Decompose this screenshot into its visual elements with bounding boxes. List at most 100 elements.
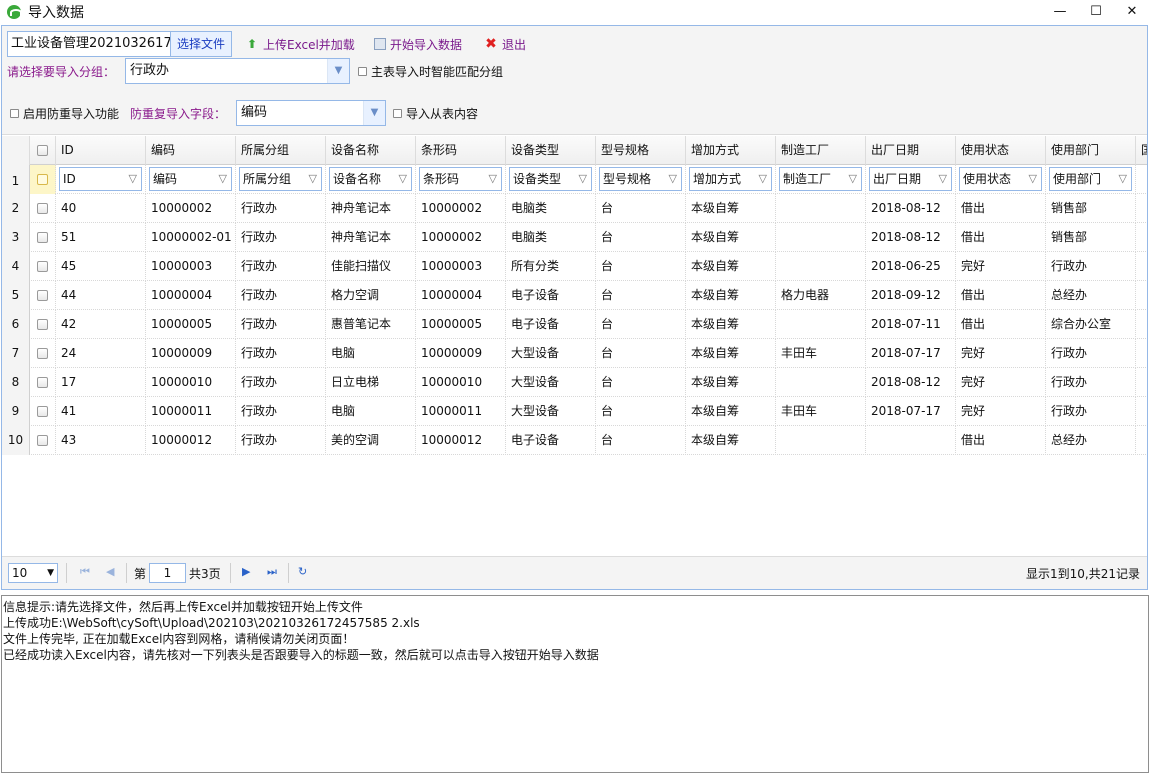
row-checkbox[interactable]: [30, 165, 56, 194]
row-checkbox[interactable]: [30, 368, 56, 397]
chevron-down-icon[interactable]: ▼: [363, 101, 385, 125]
chevron-down-icon[interactable]: ▼: [47, 564, 54, 582]
filter-icon[interactable]: ▽: [1029, 168, 1037, 190]
table-row[interactable]: 9 41 10000011 行政办 电脑 10000011 大型设备台本级自筹 丰田车 2018…: [2, 397, 1147, 426]
message-log[interactable]: 信息提示:请先选择文件，然后再上传Excel并加载按钮开始上传文件 上传成功E:…: [1, 595, 1149, 773]
row-checkbox[interactable]: [30, 223, 56, 252]
filter-icon[interactable]: ▽: [129, 168, 137, 190]
row-number-header: [2, 136, 30, 165]
table-cell: 行政办: [236, 339, 326, 368]
row-checkbox[interactable]: [30, 426, 56, 455]
table-cell: 台: [596, 368, 686, 397]
close-button[interactable]: ✕: [1114, 0, 1150, 24]
filter-input[interactable]: 编码 ▽: [149, 167, 232, 191]
table-row[interactable]: 10 43 10000012 行政办 美的空调 10000012 电子设备台本级自筹 借出 总经…: [2, 426, 1147, 455]
filter-icon[interactable]: ▽: [849, 168, 857, 190]
column-header[interactable]: 设备类型: [506, 136, 596, 165]
upload-excel-button[interactable]: ⬆ 上传Excel并加载: [245, 35, 355, 53]
grid-header: ID 编码 所属分组 设备名称 条形码 设备类型 型号规格 增加方式 制造工厂 …: [2, 136, 1147, 165]
filter-input[interactable]: 型号规格 ▽: [599, 167, 682, 191]
maximize-button[interactable]: ☐: [1078, 0, 1114, 24]
table-row[interactable]: 6 42 10000005 行政办 惠普笔记本 10000005 电子设备台本级自筹 2018…: [2, 310, 1147, 339]
filter-input[interactable]: 设备名称 ▽: [329, 167, 412, 191]
column-header[interactable]: 条形码: [416, 136, 506, 165]
column-header[interactable]: 增加方式: [686, 136, 776, 165]
filter-icon[interactable]: ▽: [489, 168, 497, 190]
filter-icon[interactable]: ▽: [759, 168, 767, 190]
select-all-checkbox[interactable]: [30, 136, 56, 165]
column-header[interactable]: 编码: [146, 136, 236, 165]
filter-input[interactable]: ID ▽: [59, 167, 142, 191]
column-header[interactable]: 使用部门: [1046, 136, 1136, 165]
filter-icon[interactable]: ▽: [219, 168, 227, 190]
dedup-enable-checkbox[interactable]: 启用防重导入功能: [10, 105, 119, 122]
row-number: 4: [2, 252, 30, 281]
start-import-button[interactable]: 开始导入数据: [374, 35, 462, 53]
table-row[interactable]: 2 40 10000002 行政办 神舟笔记本 10000002 电脑类台本级自筹 2018-…: [2, 194, 1147, 223]
table-cell: [1136, 281, 1147, 310]
group-select[interactable]: 行政办 ▼: [125, 58, 350, 84]
first-page-icon[interactable]: ⏮: [80, 565, 90, 579]
last-page-icon[interactable]: ⏭: [267, 565, 277, 579]
row-checkbox[interactable]: [30, 339, 56, 368]
filter-cell: 编码 ▽: [146, 165, 236, 194]
column-header[interactable]: 设备名称: [326, 136, 416, 165]
table-row[interactable]: 8 17 10000010 行政办 日立电梯 10000010 大型设备台本级自筹 2018-…: [2, 368, 1147, 397]
file-path-field[interactable]: 工业设备管理20210326172457585: [7, 31, 171, 57]
table-cell: 格力空调: [326, 281, 416, 310]
filter-input[interactable]: 制造工厂 ▽: [779, 167, 862, 191]
table-cell: 台: [596, 223, 686, 252]
row-number: 5: [2, 281, 30, 310]
row-checkbox[interactable]: [30, 310, 56, 339]
prev-page-icon[interactable]: ◀: [106, 565, 114, 578]
import-detail-checkbox[interactable]: 导入从表内容: [393, 105, 478, 122]
dedup-field-select[interactable]: 编码 ▼: [236, 100, 386, 126]
page-size-select[interactable]: 10 ▼: [8, 563, 58, 583]
table-row[interactable]: 4 45 10000003 行政办 佳能扫描仪 10000003 所有分类台本级自筹 2018…: [2, 252, 1147, 281]
filter-input[interactable]: 出厂日期 ▽: [869, 167, 952, 191]
column-header[interactable]: ID: [56, 136, 146, 165]
column-header[interactable]: 制造工厂: [776, 136, 866, 165]
filter-input[interactable]: 增加方式 ▽: [689, 167, 772, 191]
page-number-input[interactable]: 1: [149, 563, 186, 583]
upload-arrow-icon: ⬆: [246, 37, 258, 51]
column-header[interactable]: 出厂日期: [866, 136, 956, 165]
table-cell: 10000012: [416, 426, 506, 455]
refresh-icon[interactable]: ↻: [298, 565, 307, 578]
column-header[interactable]: 国: [1136, 136, 1147, 165]
next-page-icon[interactable]: ▶: [242, 565, 250, 578]
filter-icon[interactable]: ▽: [939, 168, 947, 190]
filter-icon[interactable]: ▽: [309, 168, 317, 190]
dedup-enable-label: 启用防重导入功能: [23, 107, 120, 121]
minimize-button[interactable]: —: [1042, 0, 1078, 24]
column-header[interactable]: 所属分组: [236, 136, 326, 165]
filter-input[interactable]: 所属分组 ▽: [239, 167, 322, 191]
exit-button[interactable]: ✖ 退出: [484, 35, 526, 53]
filter-input[interactable]: 条形码 ▽: [419, 167, 502, 191]
table-row[interactable]: 3 51 10000002-01 行政办 神舟笔记本 10000002 电脑类台本级自筹 20…: [2, 223, 1147, 252]
select-file-button[interactable]: 选择文件: [170, 31, 232, 57]
divider: [230, 563, 231, 583]
filter-input[interactable]: 使用部门 ▽: [1049, 167, 1132, 191]
table-cell: 2018-07-17: [866, 339, 956, 368]
filter-icon[interactable]: ▽: [1119, 168, 1127, 190]
row-checkbox[interactable]: [30, 194, 56, 223]
filter-icon[interactable]: ▽: [669, 168, 677, 190]
column-header[interactable]: 型号规格: [596, 136, 686, 165]
column-header[interactable]: 使用状态: [956, 136, 1046, 165]
filter-icon[interactable]: ▽: [579, 168, 587, 190]
chevron-down-icon[interactable]: ▼: [327, 59, 349, 83]
table-cell: [1136, 223, 1147, 252]
row-checkbox[interactable]: [30, 281, 56, 310]
smart-match-checkbox[interactable]: 主表导入时智能匹配分组: [358, 63, 503, 80]
row-checkbox[interactable]: [30, 397, 56, 426]
table-cell: [1136, 194, 1147, 223]
table-row[interactable]: 7 24 10000009 行政办 电脑 10000009 大型设备台本级自筹 丰田车 2018…: [2, 339, 1147, 368]
table-row[interactable]: 5 44 10000004 行政办 格力空调 10000004 电子设备台本级自筹 格力电器 2…: [2, 281, 1147, 310]
filter-input[interactable]: 设备类型 ▽: [509, 167, 592, 191]
table-cell: 2018-06-25: [866, 252, 956, 281]
table-cell: 大型设备: [506, 368, 596, 397]
filter-icon[interactable]: ▽: [399, 168, 407, 190]
row-checkbox[interactable]: [30, 252, 56, 281]
filter-input[interactable]: 使用状态 ▽: [959, 167, 1042, 191]
